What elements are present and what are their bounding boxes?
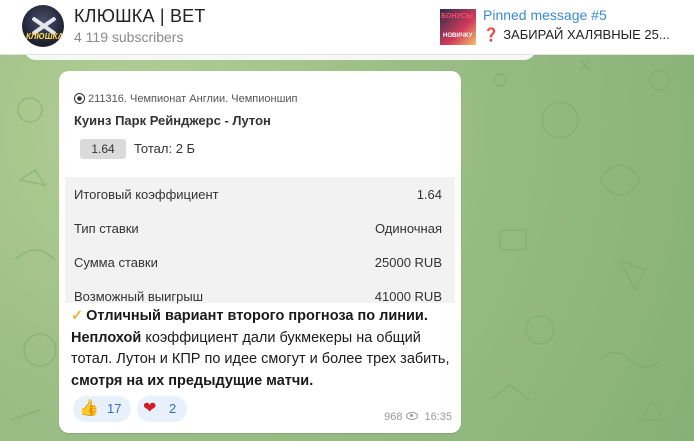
heart-icon: ❤ bbox=[143, 400, 157, 417]
avatar-logo-text: КЛЮШКА bbox=[26, 32, 64, 41]
pinned-preview-text: ЗАБИРАЙ ХАЛЯВНЫЕ 25... bbox=[503, 27, 670, 42]
bet-meta-text: 211316. Чемпионат Англии. Чемпионшип bbox=[88, 93, 298, 105]
subscriber-count: 4 119 subscribers bbox=[74, 29, 184, 45]
bet-event-meta: 211316. Чемпионат Англии. Чемпионшип bbox=[74, 93, 298, 105]
summary-key: Возможный выигрыш bbox=[74, 289, 204, 304]
summary-row: Тип ставки Одиночная bbox=[65, 211, 455, 245]
eye-icon bbox=[406, 412, 419, 420]
view-count: 968 bbox=[384, 411, 403, 423]
summary-row: Сумма ставки 25000 RUB bbox=[65, 245, 455, 279]
summary-key: Сумма ставки bbox=[74, 255, 158, 270]
match-title: Куинз Парк Рейнджерс - Лутон bbox=[74, 113, 271, 128]
pinned-message-thumbnail[interactable]: БОНУСЫ НОВИЧКУ bbox=[440, 9, 476, 45]
reaction-heart[interactable]: ❤ 2 bbox=[137, 396, 187, 422]
message-bubble[interactable]: 211316. Чемпионат Англии. Чемпионшип Куи… bbox=[59, 71, 461, 433]
channel-avatar[interactable]: КЛЮШКА bbox=[22, 5, 64, 47]
question-mark-icon: ❓ bbox=[483, 27, 500, 42]
message-text: ✓ Отличный вариант второго прогноза по ли… bbox=[71, 306, 451, 392]
reaction-thumbs-up[interactable]: 👍 17 bbox=[73, 396, 131, 422]
thumbs-up-icon: 👍 bbox=[79, 400, 99, 417]
pinned-message-preview[interactable]: ❓ ЗАБИРАЙ ХАЛЯВНЫЕ 25... bbox=[483, 27, 670, 43]
bet-summary-table: Итоговый коэффициент 1.64 Тип ставки Оди… bbox=[65, 177, 455, 304]
reaction-count: 2 bbox=[169, 401, 177, 416]
reaction-count: 17 bbox=[107, 401, 122, 416]
summary-row: Итоговый коэффициент 1.64 bbox=[65, 177, 455, 211]
message-footer: 968 16:35 bbox=[384, 411, 452, 423]
pinned-message-title[interactable]: Pinned message #5 bbox=[483, 7, 607, 23]
summary-key: Тип ставки bbox=[74, 221, 139, 236]
message-time: 16:35 bbox=[424, 411, 452, 423]
message-bold-2: Неплохой bbox=[71, 329, 142, 346]
message-bold-1: Отличный вариант второго прогноза по лин… bbox=[86, 308, 428, 324]
summary-key: Итоговый коэффициент bbox=[74, 187, 219, 202]
channel-header[interactable]: КЛЮШКА КЛЮШКА | BET 4 119 subscribers БО… bbox=[0, 0, 694, 55]
message-bold-3: смотря на их предыдущие матчи. bbox=[71, 372, 314, 389]
soccer-ball-icon bbox=[74, 93, 85, 104]
check-mark-icon: ✓ bbox=[71, 308, 84, 324]
summary-value: 41000 RUB bbox=[374, 289, 442, 304]
summary-value: 25000 RUB bbox=[374, 255, 442, 270]
summary-value: Одиночная bbox=[374, 221, 442, 236]
bet-slip-image: 211316. Чемпионат Англии. Чемпионшип Куи… bbox=[65, 77, 455, 174]
summary-value: 1.64 bbox=[416, 187, 442, 202]
odds-chip: 1.64 bbox=[80, 139, 126, 159]
thumbnail-text-bottom: НОВИЧКУ bbox=[443, 33, 473, 39]
thumbnail-text-top: БОНУСЫ bbox=[441, 13, 473, 20]
bet-market: Тотал: 2 Б bbox=[134, 141, 196, 156]
channel-title[interactable]: КЛЮШКА | BET bbox=[74, 6, 206, 27]
